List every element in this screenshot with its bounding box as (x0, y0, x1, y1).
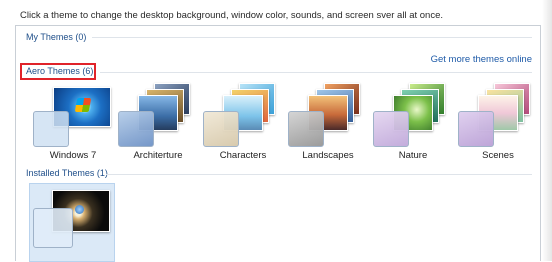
instruction-text: Click a theme to change the desktop back… (20, 10, 443, 21)
get-more-themes-link[interactable]: Get more themes online (431, 54, 532, 65)
glass-color-swatch (33, 208, 73, 248)
group-divider (92, 37, 532, 38)
glass-color-swatch (458, 111, 494, 147)
theme-thumbnail (201, 79, 285, 149)
theme-label: Scenes (482, 150, 514, 161)
group-divider (100, 72, 532, 73)
window-edge-shadow (542, 0, 552, 261)
theme-label: Windows 7 (49, 150, 97, 161)
glass-color-swatch (203, 111, 239, 147)
themes-panel[interactable]: My Themes (0) Get more themes online Aer… (15, 25, 541, 262)
orb-icon (75, 205, 84, 214)
group-header-my-themes[interactable]: My Themes (0) (26, 32, 86, 42)
theme-label: Characters (219, 150, 267, 161)
group-header-installed-themes[interactable]: Installed Themes (1) (26, 168, 108, 178)
glass-color-swatch (288, 111, 324, 147)
theme-thumbnail (371, 79, 455, 149)
windows-logo-icon (74, 98, 92, 112)
theme-thumbnail (31, 79, 115, 149)
group-divider (106, 174, 532, 175)
theme-tile-installed[interactable] (29, 183, 115, 262)
theme-thumbnail (116, 79, 200, 149)
glass-color-swatch (118, 111, 154, 147)
glass-color-swatch (373, 111, 409, 147)
theme-thumbnail (286, 79, 370, 149)
theme-label: Architerture (133, 150, 183, 161)
glass-color-swatch (33, 111, 69, 147)
theme-label: Nature (398, 150, 428, 161)
group-header-aero-themes[interactable]: Aero Themes (6) (26, 66, 93, 76)
theme-label: Landscapes (302, 150, 354, 161)
theme-thumbnail (456, 79, 540, 149)
